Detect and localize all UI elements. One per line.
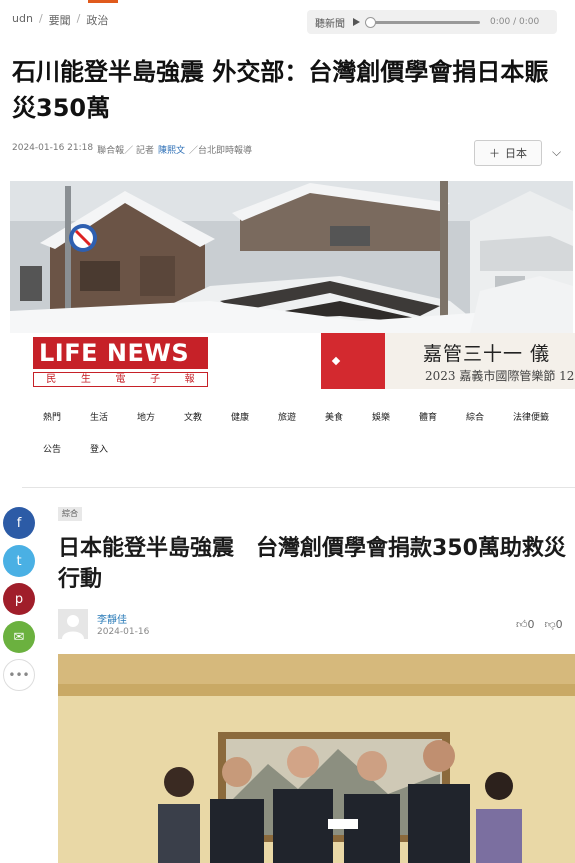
like-button[interactable]: 👍︎0: [516, 618, 535, 631]
plus-icon: ＋: [489, 147, 500, 160]
ad-title: 嘉管三十一 儀: [423, 343, 551, 365]
audio-total-time: 0:00: [519, 17, 540, 27]
avatar[interactable]: [58, 609, 88, 639]
user-silhouette-icon: [58, 609, 88, 639]
nav-item-health[interactable]: 健康: [231, 410, 278, 424]
nav-item-education[interactable]: 文教: [184, 410, 231, 424]
breadcrumb-item-news[interactable]: 要聞: [49, 12, 71, 28]
article-source: 聯合報／ 記者: [97, 146, 154, 156]
group-photo-illustration: [58, 654, 575, 863]
audio-time-separator: /: [513, 17, 517, 27]
article-desk: ／台北即時報導: [189, 146, 253, 156]
banner-ad[interactable]: 嘉管三十一 儀 2023 嘉義市國際管樂節 12.1: [321, 333, 575, 389]
audio-progress-knob[interactable]: [365, 16, 376, 28]
pinterest-share-icon[interactable]: p: [3, 583, 35, 615]
audio-player: 聽新聞 0:00 / 0:00: [307, 10, 557, 34]
chevron-down-icon[interactable]: ⌵: [552, 145, 561, 160]
nav-item-food[interactable]: 美食: [325, 410, 372, 424]
logo-char: 子: [150, 374, 161, 385]
nav-row-2: 公告 登入: [43, 442, 563, 456]
logo-char: 電: [115, 374, 126, 385]
site-logo[interactable]: LIFE NEWS 民 生 電 子 報: [33, 337, 208, 388]
listen-label: 聽新聞: [315, 18, 345, 30]
nav-item-general[interactable]: 綜合: [466, 410, 513, 424]
publish-date: 2024-01-16: [97, 627, 150, 637]
ad-red-block: [321, 333, 385, 389]
play-icon[interactable]: [353, 18, 360, 26]
audio-progress-track[interactable]: [365, 16, 480, 28]
lifenews-article: LIFE NEWS 民 生 電 子 報 嘉管三十一 儀 2023 嘉義市國際管樂…: [0, 333, 575, 863]
thumbs-down-icon: 👎︎: [544, 618, 556, 631]
snow-scene-illustration: [10, 181, 573, 333]
author-name[interactable]: 李靜佳: [97, 611, 127, 626]
vote-controls: 👍︎0 👎︎0: [516, 618, 563, 631]
nav-item-announcements[interactable]: 公告: [43, 442, 90, 456]
nav-accent-line: [88, 0, 118, 3]
mail-share-icon[interactable]: ✉: [3, 621, 35, 653]
nav-item-hot[interactable]: 熱門: [43, 410, 90, 424]
breadcrumb-item-site[interactable]: udn: [12, 12, 33, 28]
dislike-button[interactable]: 👎︎0: [545, 618, 563, 631]
breadcrumb-separator: /: [76, 12, 81, 25]
breadcrumb-separator: /: [38, 12, 43, 25]
article-author-link[interactable]: 陳熙文: [158, 143, 185, 156]
udn-article: udn / 要聞 / 政治 聽新聞 0:00 / 0:00 石川能登半島強震 外…: [0, 0, 575, 333]
udn-topbar: udn / 要聞 / 政治 聽新聞 0:00 / 0:00: [0, 0, 575, 40]
article-photo: [10, 181, 573, 333]
logo-char: 報: [184, 374, 195, 385]
person: [158, 767, 200, 863]
article-headline: 日本能登半島強震 台灣創價學會捐款350萬助救災行動: [58, 536, 566, 592]
article-datetime: 2024-01-16 21:18: [12, 143, 94, 153]
facebook-share-icon[interactable]: f: [3, 507, 35, 539]
nav-item-sports[interactable]: 體育: [419, 410, 466, 424]
header-divider: [22, 487, 575, 488]
breadcrumb: udn / 要聞 / 政治: [12, 12, 108, 28]
article-photo: [58, 654, 575, 863]
dislike-count: 0: [555, 618, 563, 631]
follow-topic-button[interactable]: ＋ 日本: [474, 140, 542, 166]
logo-char: 民: [46, 374, 57, 385]
follow-topic-label: 日本: [505, 147, 527, 160]
ad-diamond-icon: [331, 356, 341, 366]
nav-row-1: 熱門 生活 地方 文教 健康 旅遊 美食 娛樂 體育 綜合 法律便籤: [43, 410, 563, 424]
more-share-icon[interactable]: •••: [3, 659, 35, 691]
twitter-share-icon[interactable]: t: [3, 545, 35, 577]
logo-char: 生: [80, 374, 91, 385]
thumbs-up-icon: 👍︎: [516, 618, 528, 631]
audio-time: 0:00 / 0:00: [490, 17, 539, 27]
nav-item-travel[interactable]: 旅遊: [278, 410, 325, 424]
article-headline: 石川能登半島強震 外交部：台灣創價學會捐日本賑災350萬: [12, 58, 549, 122]
ad-subtitle: 2023 嘉義市國際管樂節 12.1: [425, 369, 575, 383]
nav-item-life[interactable]: 生活: [90, 410, 137, 424]
nav-item-law[interactable]: 法律便籤: [513, 410, 549, 424]
nav-item-local[interactable]: 地方: [137, 410, 184, 424]
main-nav: 熱門 生活 地方 文教 健康 旅遊 美食 娛樂 體育 綜合 法律便籤 公告 登入: [43, 410, 563, 474]
logo-wordmark: LIFE NEWS: [33, 337, 208, 369]
category-tag[interactable]: 綜合: [58, 507, 82, 521]
nav-item-entertainment[interactable]: 娛樂: [372, 410, 419, 424]
article-meta: 2024-01-16 21:18 聯合報／ 記者 陳熙文 ／台北即時報導: [12, 143, 252, 156]
breadcrumb-item-politics[interactable]: 政治: [86, 12, 108, 28]
logo-subtitle: 民 生 電 子 報: [33, 372, 208, 387]
like-count: 0: [527, 618, 535, 631]
audio-current-time: 0:00: [490, 17, 511, 27]
nav-item-login[interactable]: 登入: [90, 442, 108, 456]
